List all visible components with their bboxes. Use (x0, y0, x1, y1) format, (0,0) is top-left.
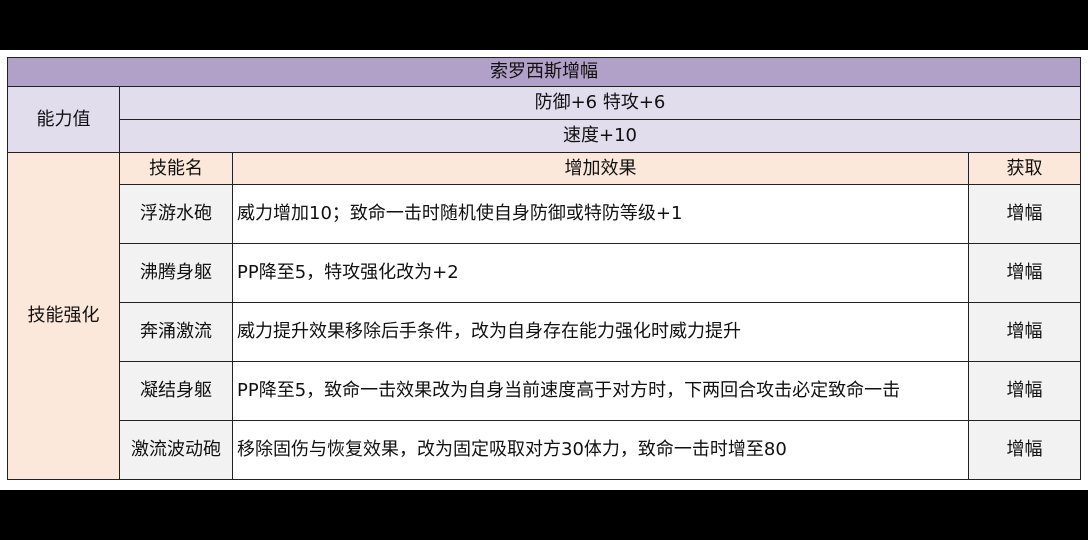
table-row: 奔涌激流 威力提升效果移除后手条件，改为自身存在能力强化时威力提升 增幅 (8, 302, 1081, 362)
skill-name: 凝结身躯 (119, 361, 233, 421)
skill-name: 激流波动砲 (119, 420, 233, 480)
spreadsheet-area: 索罗西斯增幅 能力值 防御+6 特攻+6 速度+10 技能强化 技能名 增加效果… (0, 50, 1088, 490)
skill-name: 沸腾身躯 (119, 243, 233, 303)
skill-name: 奔涌激流 (119, 302, 233, 362)
enhancement-table: 索罗西斯增幅 能力值 防御+6 特攻+6 速度+10 技能强化 技能名 增加效果… (7, 57, 1081, 480)
table-title: 索罗西斯增幅 (7, 57, 1081, 87)
header-source: 获取 (968, 152, 1081, 185)
table-row: 沸腾身躯 PP降至5，特攻强化改为+2 增幅 (8, 243, 1081, 303)
header-skill-name: 技能名 (119, 152, 233, 185)
skill-source: 增幅 (968, 243, 1081, 303)
skill-effect: 威力增加10；致命一击时随机使自身防御或特防等级+1 (232, 184, 969, 244)
skill-source: 增幅 (968, 302, 1081, 362)
skill-effect: PP降至5，致命一击效果改为自身当前速度高于对方时，下两回合攻击必定致命一击 (232, 361, 969, 421)
skill-effect: PP降至5，特攻强化改为+2 (232, 243, 969, 303)
table-row: 浮游水砲 威力增加10；致命一击时随机使自身防御或特防等级+1 增幅 (8, 184, 1081, 244)
skill-effect: 移除固伤与恢复效果，改为固定吸取对方30体力，致命一击时增至80 (232, 420, 969, 480)
table-row: 凝结身躯 PP降至5，致命一击效果改为自身当前速度高于对方时，下两回合攻击必定致… (8, 361, 1081, 421)
skill-effect: 威力提升效果移除后手条件，改为自身存在能力强化时威力提升 (232, 302, 969, 362)
skills-label: 技能强化 (7, 152, 120, 480)
skill-source: 增幅 (968, 361, 1081, 421)
table-row: 激流波动砲 移除固伤与恢复效果，改为固定吸取对方30体力，致命一击时增至80 增… (8, 420, 1081, 480)
header-effect: 增加效果 (232, 152, 969, 185)
skill-source: 增幅 (968, 184, 1081, 244)
stats-line-2: 速度+10 (119, 119, 1081, 153)
stats-label: 能力值 (7, 86, 120, 153)
stats-line-1: 防御+6 特攻+6 (119, 86, 1081, 120)
skill-source: 增幅 (968, 420, 1081, 480)
skill-name: 浮游水砲 (119, 184, 233, 244)
